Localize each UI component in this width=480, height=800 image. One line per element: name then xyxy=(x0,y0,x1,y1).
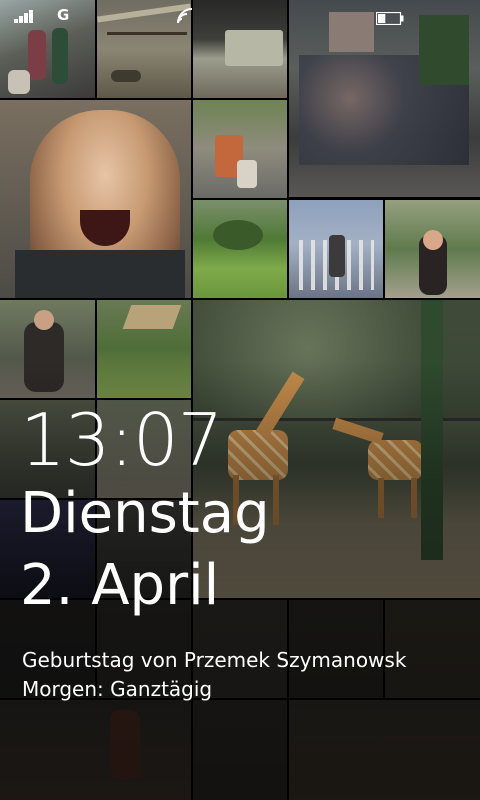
wifi-icon xyxy=(177,8,193,24)
calendar-event-time: Morgen: Ganztägig xyxy=(22,677,213,701)
status-bar: G xyxy=(0,0,480,32)
battery-icon xyxy=(375,10,404,26)
calendar-event-title: Geburtstag von Przemek Szymanowsk xyxy=(22,648,407,672)
battery-level-fill xyxy=(378,14,386,23)
network-type-indicator: G xyxy=(57,6,70,24)
lock-screen-date: 2. April xyxy=(20,553,220,618)
lock-screen-weekday: Dienstag xyxy=(20,481,270,546)
lock-screen-time: 13:07 xyxy=(20,398,223,482)
signal-strength-icon xyxy=(14,9,36,23)
